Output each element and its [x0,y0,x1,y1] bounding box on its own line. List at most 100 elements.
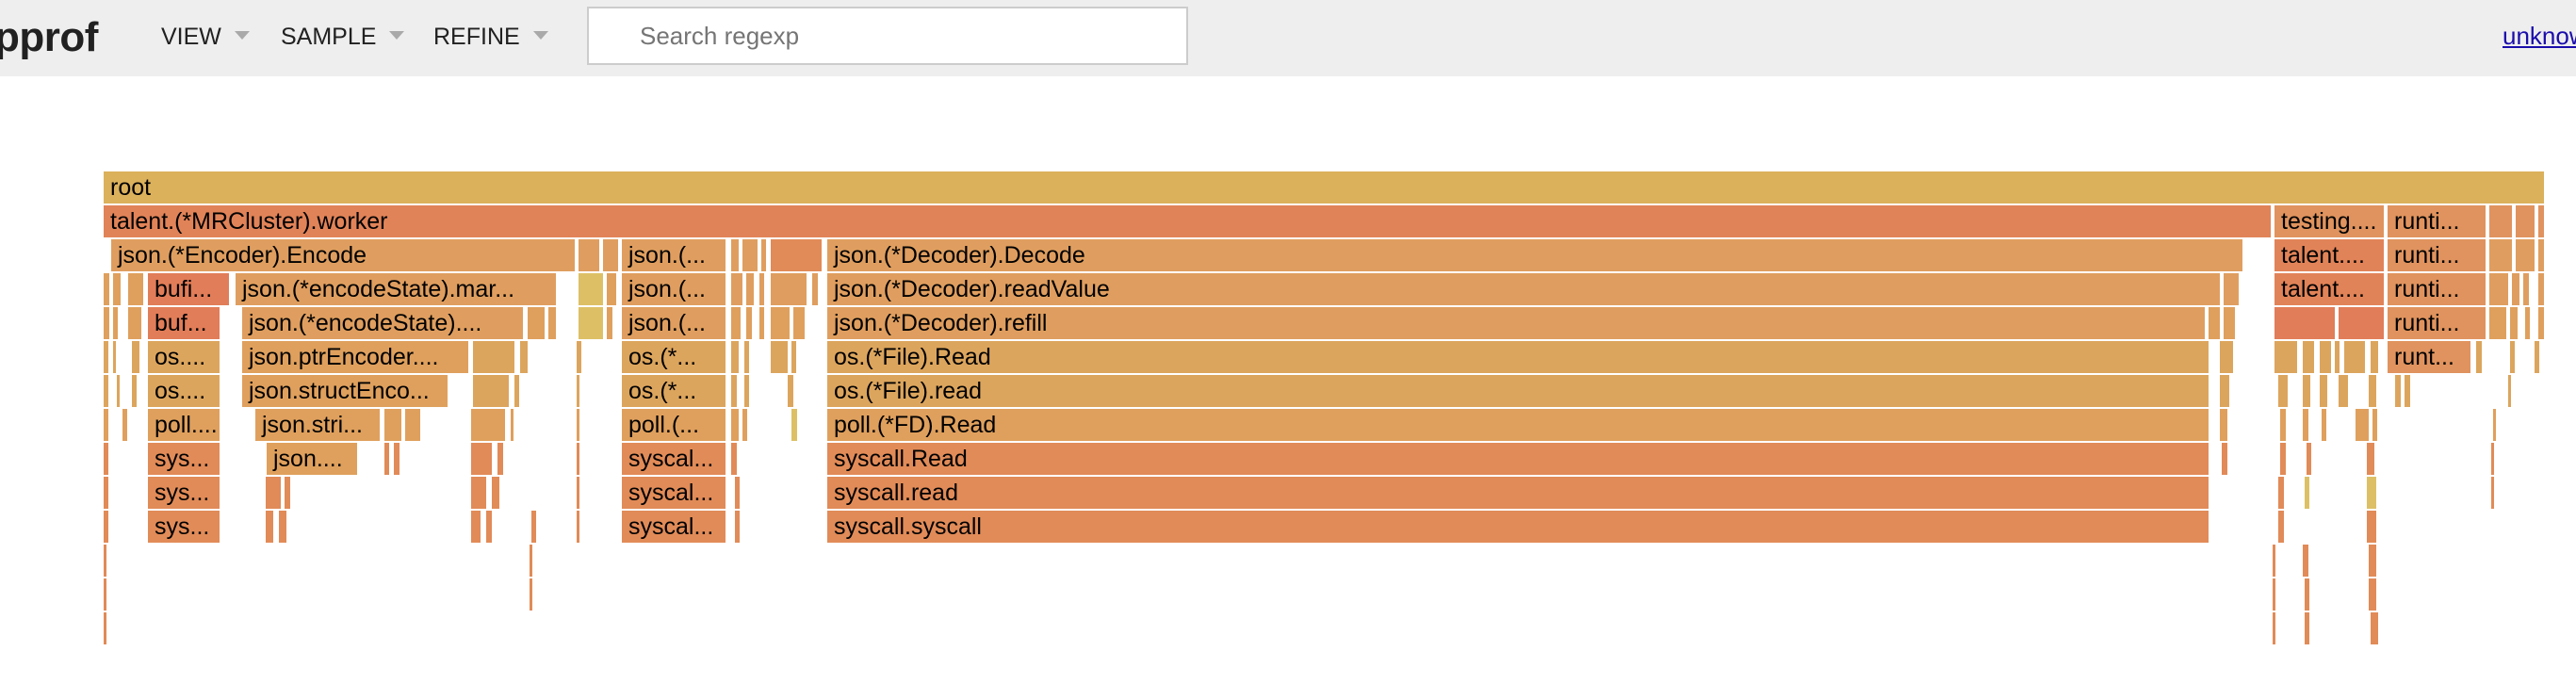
flame-frame-sliver[interactable] [113,273,122,305]
flame-frame-sliver[interactable] [2489,239,2514,271]
flame-frame-sliver[interactable] [520,341,530,373]
user-link[interactable]: unknown [2503,22,2576,51]
flame-frame-sliver[interactable] [394,443,401,475]
flame-frame-sliver[interactable] [579,307,605,339]
flame-frame-sliver[interactable] [2508,375,2512,407]
flame-frame[interactable]: json.ptrEncoder.... [242,341,470,373]
flame-frame-sliver[interactable] [104,511,109,543]
flame-frame[interactable]: json.structEnco... [242,375,449,407]
flame-frame-sliver[interactable] [742,239,759,271]
flame-frame-sliver[interactable] [761,239,767,271]
flame-frame[interactable]: talent.... [2274,273,2386,305]
flame-frame-sliver[interactable] [2303,409,2310,441]
flame-frame-sliver[interactable] [746,307,754,339]
flame-frame-sliver[interactable] [2356,409,2371,441]
flame-frame-sliver[interactable] [104,545,107,577]
flame-frame-sliver[interactable] [2516,205,2536,237]
flame-frame-sliver[interactable] [471,511,482,543]
flame-frame-sliver[interactable] [2305,578,2310,611]
flame-frame-sliver[interactable] [405,409,422,441]
flame-frame[interactable]: json.(*Decoder).readValue [827,273,2222,305]
view-menu[interactable]: VIEW [161,23,250,51]
flame-frame-sliver[interactable] [531,511,537,543]
flame-frame-sliver[interactable] [2405,375,2412,407]
flame-frame-sliver[interactable] [266,477,283,509]
flame-frame-sliver[interactable] [2320,341,2333,373]
flame-frame-sliver[interactable] [104,477,109,509]
refine-menu[interactable]: REFINE [433,23,548,51]
flame-frame-sliver[interactable] [744,341,750,373]
flame-frame-sliver[interactable] [104,273,111,305]
flame-frame[interactable]: os.... [148,341,221,373]
flame-frame-sliver[interactable] [731,273,744,305]
flame-frame-sliver[interactable] [577,511,580,543]
flame-frame-sliver[interactable] [2335,341,2340,373]
flame-frame-sliver[interactable] [2274,341,2299,373]
flame-frame-sliver[interactable] [2273,578,2276,611]
flame-frame[interactable]: syscall.syscall [827,511,2210,543]
flame-frame-sliver[interactable] [2489,205,2514,237]
flame-frame[interactable]: testing.... [2274,205,2386,237]
flame-frame-sliver[interactable] [731,443,739,475]
flame-frame-sliver[interactable] [788,375,795,407]
flame-frame-sliver[interactable] [2339,375,2350,407]
flame-frame-sliver[interactable] [2510,307,2519,339]
flame-frame-sliver[interactable] [771,307,791,339]
flame-frame-sliver[interactable] [104,578,107,611]
flame-frame-sliver[interactable] [2305,477,2310,509]
flame-frame[interactable]: syscal... [622,477,727,509]
flame-frame[interactable]: json.stri... [255,409,382,441]
flame-frame-sliver[interactable] [2220,409,2229,441]
flame-frame-sliver[interactable] [577,375,580,407]
flame-frame-sliver[interactable] [2222,443,2229,475]
flame-frame[interactable]: talent.(*MRCluster).worker [104,205,2273,237]
flame-frame-sliver[interactable] [2280,409,2288,441]
flame-frame[interactable]: os.(*File).read [827,375,2210,407]
flame-frame-sliver[interactable] [731,307,742,339]
flame-frame-sliver[interactable] [2491,443,2495,475]
flame-frame-sliver[interactable] [2209,307,2222,339]
flame-frame-sliver[interactable] [530,578,533,611]
flame-frame-sliver[interactable] [2371,341,2380,373]
flame-frame-sliver[interactable] [2344,341,2367,373]
flame-frame-sliver[interactable] [471,443,494,475]
flame-frame-sliver[interactable] [511,409,514,441]
flame-frame-sliver[interactable] [2220,341,2235,373]
flame-frame-sliver[interactable] [104,375,109,407]
flame-frame-sliver[interactable] [2395,375,2403,407]
flame-frame-sliver[interactable] [577,443,580,475]
flame-frame[interactable]: runti... [2388,307,2487,339]
flame-frame-sliver[interactable] [384,443,390,475]
flame-frame-sliver[interactable] [514,375,520,407]
flame-frame-sliver[interactable] [607,307,614,339]
flame-frame-sliver[interactable] [2280,443,2288,475]
flame-frame-sliver[interactable] [2489,307,2508,339]
flame-frame-sliver[interactable] [104,307,111,339]
flame-frame[interactable]: json.(*encodeState).... [242,307,525,339]
flame-frame[interactable]: json.(*Encoder).Encode [111,239,577,271]
flame-frame-sliver[interactable] [132,341,141,373]
flame-frame[interactable]: json.(... [622,307,727,339]
flame-frame-sliver[interactable] [771,341,790,373]
flame-frame-sliver[interactable] [548,307,558,339]
flame-frame-sliver[interactable] [603,239,620,271]
flame-frame-sliver[interactable] [2339,307,2386,339]
flame-frame-sliver[interactable] [2538,239,2546,271]
flame-frame-sliver[interactable] [486,511,494,543]
flame-frame[interactable]: runti... [2388,239,2487,271]
flame-frame-sliver[interactable] [731,409,741,441]
flame-frame-sliver[interactable] [2369,375,2378,407]
flame-frame[interactable]: bufi... [148,273,231,305]
flame-frame-sliver[interactable] [2512,273,2521,305]
flame-frame[interactable]: syscall.read [827,477,2210,509]
flame-frame-sliver[interactable] [104,341,109,373]
flame-frame-sliver[interactable] [132,375,138,407]
flame-frame-sliver[interactable] [2274,307,2337,339]
flame-frame-sliver[interactable] [759,273,765,305]
flame-frame-sliver[interactable] [2535,341,2540,373]
flame-frame-sliver[interactable] [104,612,107,644]
flame-frame[interactable]: sys... [148,511,221,543]
flame-frame-sliver[interactable] [2493,409,2497,441]
flame-frame[interactable]: runti... [2388,273,2487,305]
flame-frame[interactable]: poll.... [148,409,221,441]
